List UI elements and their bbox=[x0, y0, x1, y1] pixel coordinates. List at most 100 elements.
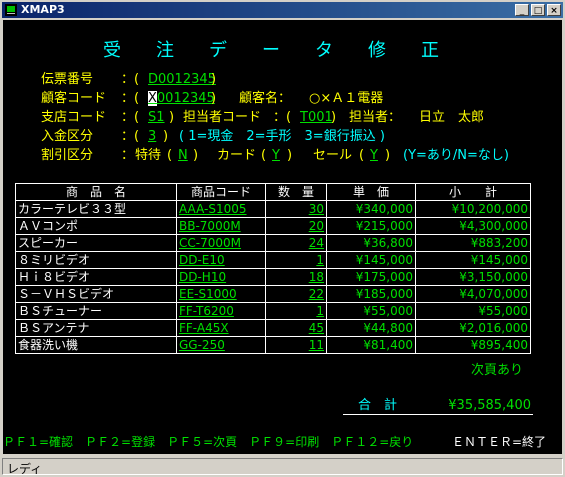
screen-title-char: 受 bbox=[103, 40, 121, 61]
status-text: レディ bbox=[7, 462, 43, 476]
quantity-field[interactable]: 1 bbox=[265, 251, 327, 269]
product-code-field[interactable]: EE-S1000 bbox=[176, 285, 266, 303]
subtotal-cell: ¥145,000 bbox=[415, 251, 531, 269]
special-label: 特待 bbox=[135, 148, 162, 163]
card-field[interactable]: Y bbox=[272, 148, 280, 164]
screen-title-char: ー bbox=[262, 40, 280, 61]
product-code-field[interactable]: FF-A45X bbox=[176, 319, 266, 337]
special-field[interactable]: N bbox=[178, 148, 188, 164]
subtotal-cell: ¥10,200,000 bbox=[415, 200, 531, 218]
maximize-button[interactable]: □ bbox=[531, 4, 545, 16]
staff-code-field[interactable]: T001 bbox=[300, 110, 333, 126]
terminal-screen[interactable]: 受 注 デ ー タ 修 正 伝票番号 ：( D0012345 ) 顧客コード ：… bbox=[3, 20, 562, 454]
next-page-indicator: 次頁あり bbox=[471, 363, 524, 378]
column-header: 小 計 bbox=[415, 183, 531, 201]
product-name-cell: Ｓ－ＶＨＳビデオ bbox=[15, 285, 177, 303]
discount-type-label: 割引区分 bbox=[41, 148, 94, 163]
unit-price-cell: ¥185,000 bbox=[326, 285, 416, 303]
unit-price-cell: ¥175,000 bbox=[326, 268, 416, 286]
product-name-cell: ＢＳアンテナ bbox=[15, 319, 177, 337]
subtotal-cell: ¥55,000 bbox=[415, 302, 531, 320]
staff-name-value: 日立 太郎 bbox=[419, 110, 485, 125]
slip-number-label: 伝票番号 bbox=[41, 72, 94, 87]
payment-options-hint: ( 1=現金 2=手形 3=銀行振込 ) bbox=[179, 129, 385, 144]
customer-code-label: 顧客コード bbox=[41, 91, 107, 106]
product-code-field[interactable]: CC-7000M bbox=[176, 234, 266, 252]
subtotal-cell: ¥2,016,000 bbox=[415, 319, 531, 337]
payment-type-label: 入金区分 bbox=[41, 129, 94, 144]
quantity-field[interactable]: 20 bbox=[265, 217, 327, 235]
column-header: 商 品 名 bbox=[15, 183, 177, 201]
subtotal-cell: ¥3,150,000 bbox=[415, 268, 531, 286]
customer-code-field[interactable]: X0012345 bbox=[148, 91, 215, 107]
table-row: 食器洗い機 GG-250 11 ¥81,400 ¥895,400 bbox=[15, 336, 531, 354]
product-code-field[interactable]: BB-7000M bbox=[176, 217, 266, 235]
slip-number-field[interactable]: D0012345 bbox=[148, 72, 216, 88]
text-cursor: X bbox=[148, 91, 157, 106]
product-code-field[interactable]: DD-H10 bbox=[176, 268, 266, 286]
staff-code-label: 担当者コード bbox=[183, 110, 262, 125]
total-box: 合 計 ¥35,585,400 bbox=[343, 398, 533, 415]
screen-title-char: 正 bbox=[421, 40, 439, 61]
product-name-cell: 食器洗い機 bbox=[15, 336, 177, 354]
yes-no-hint: (Y=あり/N=なし) bbox=[403, 148, 509, 163]
subtotal-cell: ¥883,200 bbox=[415, 234, 531, 252]
column-header: 数 量 bbox=[265, 183, 327, 201]
status-bar: レディ bbox=[2, 456, 563, 476]
subtotal-cell: ¥895,400 bbox=[415, 336, 531, 354]
branch-code-field[interactable]: S1 bbox=[148, 110, 165, 126]
product-code-field[interactable]: AAA-S1005 bbox=[176, 200, 266, 218]
product-name-cell: Ｈｉ８ビデオ bbox=[15, 268, 177, 286]
sale-label: セール bbox=[313, 148, 353, 163]
table-row: カラーテレビ３３型 AAA-S1005 30 ¥340,000 ¥10,200,000 bbox=[15, 200, 531, 218]
table-header-row: 商 品 名 商品コード 数 量 単 価 小 計 bbox=[15, 183, 531, 201]
table-row: スピーカー CC-7000M 24 ¥36,800 ¥883,200 bbox=[15, 234, 531, 252]
product-name-cell: ８ミリビデオ bbox=[15, 251, 177, 269]
product-name-cell: スピーカー bbox=[15, 234, 177, 252]
product-code-field[interactable]: GG-250 bbox=[176, 336, 266, 354]
product-name-cell: ＡＶコンポ bbox=[15, 217, 177, 235]
subtotal-cell: ¥4,300,000 bbox=[415, 217, 531, 235]
product-name-cell: ＢＳチューナー bbox=[15, 302, 177, 320]
column-header: 単 価 bbox=[326, 183, 416, 201]
table-row: ＢＳチューナー FF-T6200 1 ¥55,000 ¥55,000 bbox=[15, 302, 531, 320]
quantity-field[interactable]: 45 bbox=[265, 319, 327, 337]
card-label: カード bbox=[217, 148, 257, 163]
function-key-guide: ＰＦ１=確認 ＰＦ２=登録 ＰＦ５=次頁 ＰＦ９=印刷 ＰＦ１２=戻り bbox=[3, 435, 414, 449]
screen-title-char: デ bbox=[209, 40, 227, 61]
customer-name-label: 顧客名： bbox=[239, 91, 292, 106]
close-button[interactable]: × bbox=[547, 4, 561, 16]
unit-price-cell: ¥44,800 bbox=[326, 319, 416, 337]
quantity-field[interactable]: 22 bbox=[265, 285, 327, 303]
product-code-field[interactable]: DD-E10 bbox=[176, 251, 266, 269]
customer-name-value: ○×Ａ１電器 bbox=[309, 91, 384, 106]
total-value: ¥35,585,400 bbox=[448, 398, 531, 413]
table-row: ＢＳアンテナ FF-A45X 45 ¥44,800 ¥2,016,000 bbox=[15, 319, 531, 337]
quantity-field[interactable]: 11 bbox=[265, 336, 327, 354]
unit-price-cell: ¥81,400 bbox=[326, 336, 416, 354]
unit-price-cell: ¥340,000 bbox=[326, 200, 416, 218]
payment-type-field[interactable]: 3 bbox=[148, 129, 156, 145]
application-window: XMAP3 _ □ × 受 注 デ ー タ 修 正 伝票番号 ：( D00123… bbox=[0, 0, 565, 476]
quantity-field[interactable]: 18 bbox=[265, 268, 327, 286]
window-title: XMAP3 bbox=[21, 3, 65, 16]
unit-price-cell: ¥215,000 bbox=[326, 217, 416, 235]
sale-field[interactable]: Y bbox=[370, 148, 378, 164]
minimize-button[interactable]: _ bbox=[515, 4, 529, 16]
unit-price-cell: ¥145,000 bbox=[326, 251, 416, 269]
quantity-field[interactable]: 24 bbox=[265, 234, 327, 252]
table-row: Ｓ－ＶＨＳビデオ EE-S1000 22 ¥185,000 ¥4,070,000 bbox=[15, 285, 531, 303]
enter-key-guide: ＥＮＴＥＲ=終了 bbox=[452, 435, 547, 449]
branch-code-label: 支店コード bbox=[41, 110, 107, 125]
quantity-field[interactable]: 30 bbox=[265, 200, 327, 218]
product-code-field[interactable]: FF-T6200 bbox=[176, 302, 266, 320]
quantity-field[interactable]: 1 bbox=[265, 302, 327, 320]
order-items-table: 商 品 名 商品コード 数 量 単 価 小 計 カラーテレビ３３型 AAA-S10… bbox=[15, 183, 531, 354]
unit-price-cell: ¥55,000 bbox=[326, 302, 416, 320]
title-bar[interactable]: XMAP3 _ □ × bbox=[2, 2, 563, 18]
total-label: 合 計 bbox=[358, 398, 398, 413]
screen-title-char: 注 bbox=[156, 40, 174, 61]
subtotal-cell: ¥4,070,000 bbox=[415, 285, 531, 303]
staff-name-label: 担当者： bbox=[349, 110, 402, 125]
column-header: 商品コード bbox=[176, 183, 266, 201]
